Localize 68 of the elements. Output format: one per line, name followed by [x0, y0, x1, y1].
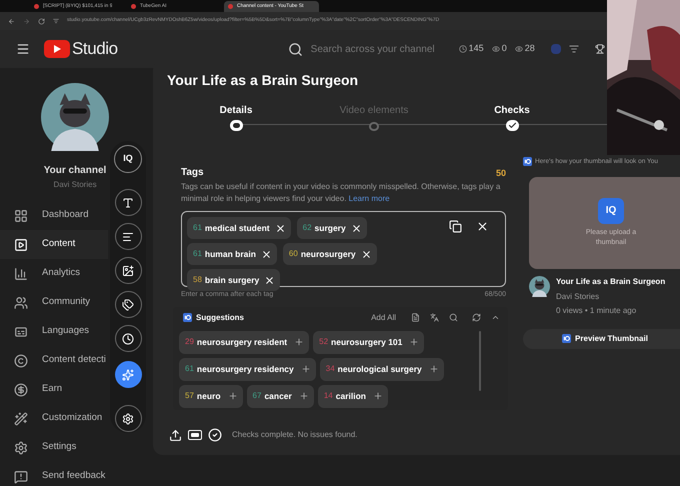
studio-logo-text: Studio: [72, 38, 118, 60]
tag-label: medical student: [204, 222, 270, 234]
tag-score: 67: [252, 390, 262, 402]
step-label[interactable]: Details: [220, 103, 252, 118]
suggested-tag[interactable]: 57 neuro: [179, 384, 243, 408]
tag-label: surgery: [314, 222, 346, 234]
tag-score: 52: [319, 336, 328, 348]
nav-item[interactable]: Dashboard: [0, 201, 108, 230]
suggested-tag[interactable]: 29 neurosurgery resident: [179, 330, 310, 354]
tag-chip[interactable]: 61 medical student: [187, 217, 291, 239]
tag-score: 34: [326, 363, 335, 375]
suggestions-title: Suggestions: [196, 312, 244, 324]
tag-score: 61: [193, 222, 202, 234]
iq-button[interactable]: IQ: [114, 145, 142, 173]
video-channel: Davi Stories: [556, 290, 600, 303]
tag-label: carilion: [336, 390, 366, 402]
tag-score: 29: [185, 336, 194, 348]
suggested-tag[interactable]: 61 neurosurgery residency: [179, 358, 316, 380]
tag-score: 61: [185, 363, 194, 375]
tags-description: Tags can be useful if content in your video is commonly misspelled. Otherwise, tags play a minimal role in helping viewers find your video. Learn more: [181, 181, 502, 205]
nav-item[interactable]: Send feedback: [0, 462, 108, 486]
tag-chip[interactable]: 62 surgery: [296, 217, 367, 239]
nav-item[interactable]: Content detecti: [0, 346, 108, 375]
nav-item[interactable]: Earn: [0, 375, 108, 404]
suggested-tag[interactable]: 67 cancer: [246, 384, 314, 408]
nav-item[interactable]: Analytics: [0, 259, 108, 288]
tag-chip[interactable]: 61 human brain: [187, 243, 277, 265]
video-meta: 0 views • 1 minute ago: [556, 304, 638, 317]
tag-label: neurosurgery residency: [196, 362, 294, 376]
tag-score: 57: [185, 390, 194, 402]
nav-item[interactable]: Languages: [0, 317, 108, 346]
nav-item[interactable]: Customization: [0, 404, 108, 433]
add-all-button[interactable]: Add All: [371, 312, 396, 324]
nav-item[interactable]: Content: [0, 230, 108, 259]
iq-logo: IQ: [598, 198, 624, 224]
channel-name: Davi Stories: [53, 179, 97, 191]
stat-value: 0: [502, 42, 507, 56]
stat-value: 145: [468, 42, 484, 56]
tag-score: 60: [288, 248, 298, 260]
tag-label: brain surgery: [204, 274, 260, 286]
tag-chip[interactable]: 60 neurosurgery: [282, 243, 377, 265]
tag-chip[interactable]: 58 brain surgery: [187, 269, 280, 291]
dialog-title: Your Life as a Brain Surgeon: [167, 71, 360, 90]
status-message: Checks complete. No issues found.: [232, 429, 358, 441]
tag-score: 14: [324, 390, 333, 402]
tag-label: neurosurgery resident: [196, 336, 288, 348]
tag-label: cancer: [264, 390, 292, 402]
tags-score: 50: [496, 166, 506, 180]
stat-value: 28: [524, 42, 535, 56]
tag-label: neurosurgery: [300, 248, 356, 260]
preview-thumbnail-button[interactable]: Preview Thumbnail: [523, 328, 680, 349]
suggested-tag[interactable]: 34 neurological surgery: [320, 358, 444, 380]
tag-label: neurosurgery 101: [331, 336, 402, 348]
tag-score: 62: [302, 222, 312, 234]
tag-score: 61: [193, 248, 202, 260]
video-title: Your Life as a Brain Surgeon: [556, 276, 666, 288]
tag-label: human brain: [204, 248, 256, 260]
tags-heading: Tags: [181, 166, 204, 180]
tag-score: 58: [193, 274, 202, 286]
suggested-tag[interactable]: 52 neurosurgery 101: [313, 330, 424, 354]
tag-label: neuro: [196, 390, 221, 402]
tag-label: neurological surgery: [338, 362, 422, 376]
learn-more-link[interactable]: Learn more: [348, 194, 390, 203]
nav-item[interactable]: Settings: [0, 433, 108, 462]
nav-item[interactable]: Community: [0, 288, 108, 317]
step-label[interactable]: Checks: [494, 103, 530, 118]
channel-label: Your channel: [44, 164, 106, 178]
suggested-tag[interactable]: 14 carilion: [318, 384, 388, 408]
